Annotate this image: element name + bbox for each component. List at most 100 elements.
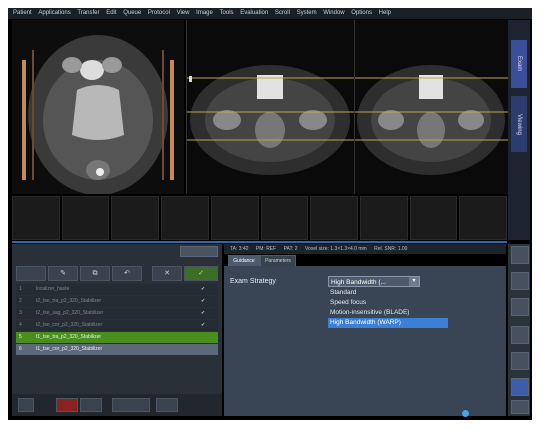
tool-icon[interactable] [511, 378, 529, 396]
tool-icon[interactable] [511, 326, 529, 344]
thumbnail[interactable] [459, 196, 508, 240]
axial-viewport-2[interactable] [354, 20, 508, 194]
pencil-icon: ✎ [60, 270, 66, 277]
screen: Patient Applications Transfer Edit Queue… [8, 8, 532, 420]
option-speed-focus[interactable]: Speed focus [328, 298, 448, 308]
tab-exam[interactable]: Exam [511, 40, 527, 88]
undo-button[interactable]: ↶ [112, 266, 142, 281]
toolbar-button[interactable] [180, 246, 218, 257]
tool-icon[interactable] [511, 352, 529, 370]
row-number: 6 [19, 346, 22, 352]
exam-strategy-select[interactable]: High Bandwidth (... ▾ [328, 276, 420, 287]
row-title: t1_tse_cor_p2_320_Stabilizer [36, 346, 103, 352]
option-high-bandwidth[interactable]: High Bandwidth (WARP) [328, 318, 448, 328]
selected-value: High Bandwidth (... [331, 279, 386, 286]
trash-button[interactable] [18, 398, 34, 412]
queue-row-active[interactable]: 5 t1_tse_tra_p2_320_Stabilizer [16, 332, 218, 343]
queue-row-selected[interactable]: 6 t1_tse_cor_p2_320_Stabilizer [16, 344, 218, 355]
thumbnail[interactable] [161, 196, 209, 240]
tab-viewing[interactable]: Viewing [511, 96, 527, 152]
row-number: 5 [19, 334, 22, 340]
tool-icon[interactable] [511, 298, 529, 316]
tool-icon[interactable] [511, 272, 529, 290]
undo-icon: ↶ [124, 270, 130, 277]
tool-icon[interactable] [511, 400, 529, 414]
protocol-queue: 1 localizer_haste ✔ 2 t2_tse_tra_p2_320_… [16, 284, 218, 356]
voxel-size: Voxel size: 1.3×1.3×4.0 mm [304, 246, 367, 252]
exam-strategy-card: Exam Strategy High Bandwidth (... ▾ Stan… [224, 266, 506, 416]
menu-tools[interactable]: Tools [220, 8, 234, 19]
queue-row[interactable]: 4 t2_tse_cor_p2_320_Stabilizer ✔ [16, 320, 218, 331]
thumbnail[interactable] [12, 196, 60, 240]
tool-icon[interactable] [511, 246, 529, 264]
menu-system[interactable]: System [297, 8, 317, 19]
menu-options[interactable]: Options [351, 8, 372, 19]
row-title: t2_tse_tra_p2_320_Stabilizer [36, 298, 102, 304]
queue-bottom-bar [12, 394, 222, 416]
skip-button[interactable] [156, 398, 178, 412]
close-icon: ✕ [164, 270, 170, 277]
chevron-down-icon[interactable]: ▾ [409, 277, 419, 286]
row-title: localizer_haste [36, 286, 70, 292]
thumbnail[interactable] [359, 196, 408, 240]
check-icon: ✔ [201, 322, 206, 328]
right-tab-bar: Exam Viewing [508, 20, 530, 240]
coronal-viewport[interactable] [12, 20, 184, 194]
menu-scroll[interactable]: Scroll [275, 8, 290, 19]
row-title: t2_tse_sag_p2_320_Stabilizer [36, 310, 104, 316]
check-icon: ✔ [201, 310, 206, 316]
menu-protocol[interactable]: Protocol [148, 8, 170, 19]
check-icon: ✔ [201, 298, 206, 304]
menu-edit[interactable]: Edit [106, 8, 116, 19]
row-number: 4 [19, 322, 22, 328]
axial-viewport-1[interactable] [186, 20, 354, 194]
apply-button[interactable]: ✓ [184, 266, 218, 281]
ta-value: TA: 3:42 [230, 246, 249, 252]
menu-image[interactable]: Image [196, 8, 213, 19]
copy-button[interactable]: ⧉ [80, 266, 110, 281]
menu-evaluation[interactable]: Evaluation [240, 8, 268, 19]
check-icon: ✓ [198, 270, 204, 277]
option-motion-insensitive[interactable]: Motion-insensitive (BLADE) [328, 308, 448, 318]
thumbnail[interactable] [409, 196, 458, 240]
pause-button[interactable] [80, 398, 102, 412]
exam-strategy-label: Exam Strategy [230, 278, 276, 285]
play-button[interactable] [112, 398, 150, 412]
stop-button[interactable] [56, 398, 78, 412]
thumbnail[interactable] [310, 196, 358, 240]
menu-applications[interactable]: Applications [38, 8, 70, 19]
exam-strategy-options: Standard Speed focus Motion-insensitive … [328, 288, 448, 328]
progress-bar [12, 241, 507, 243]
edit-button[interactable]: ✎ [48, 266, 78, 281]
axial-mri-image-1 [187, 20, 354, 194]
pm-value: PM: REF [255, 246, 277, 252]
thumbnail-strip [12, 196, 508, 240]
queue-row[interactable]: 1 localizer_haste ✔ [16, 284, 218, 295]
option-standard[interactable]: Standard [328, 288, 448, 298]
menu-transfer[interactable]: Transfer [77, 8, 99, 19]
thumbnail[interactable] [61, 196, 110, 240]
delete-button[interactable]: ✕ [152, 266, 182, 281]
queue-row[interactable]: 2 t2_tse_tra_p2_320_Stabilizer ✔ [16, 296, 218, 307]
menu-window[interactable]: Window [323, 8, 344, 19]
slider-handle[interactable] [462, 410, 469, 417]
copy-icon: ⧉ [92, 270, 98, 277]
queue-menu-button[interactable] [16, 266, 46, 281]
menu-help[interactable]: Help [379, 8, 391, 19]
queue-row[interactable]: 3 t2_tse_sag_p2_320_Stabilizer ✔ [16, 308, 218, 319]
check-icon: ✔ [201, 286, 206, 292]
rel-snr: Rel. SNR: 1.00 [374, 246, 408, 252]
coronal-mri-image [12, 20, 184, 194]
thumbnail[interactable] [260, 196, 309, 240]
row-number: 1 [19, 286, 22, 292]
menu-view[interactable]: View [177, 8, 190, 19]
pat-value: PAT: 2 [283, 246, 298, 252]
thumbnail[interactable] [111, 196, 160, 240]
row-title: t2_tse_cor_p2_320_Stabilizer [36, 322, 103, 328]
thumbnail[interactable] [210, 196, 259, 240]
parameter-tabs: Guidance Parameters [224, 255, 506, 267]
image-viewer [12, 20, 508, 240]
menu-patient[interactable]: Patient [13, 8, 32, 19]
axial-mri-image-2 [355, 20, 508, 194]
menu-queue[interactable]: Queue [123, 8, 141, 19]
